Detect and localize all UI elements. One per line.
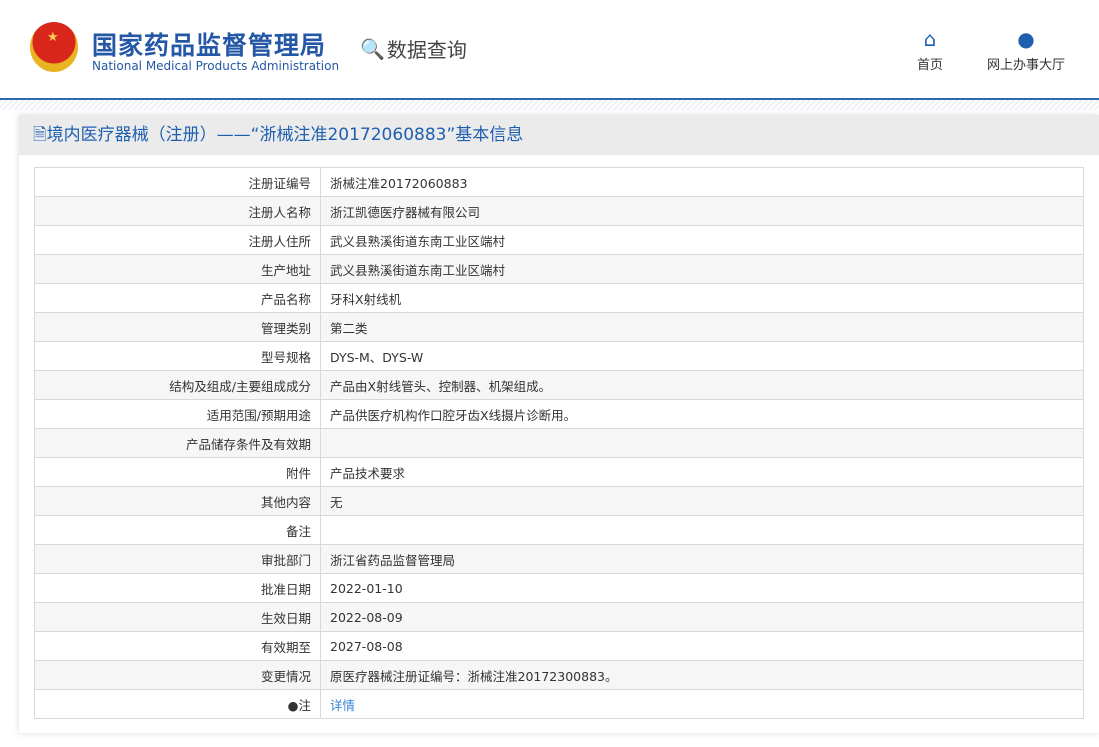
details-link[interactable]: 详情 <box>330 698 355 713</box>
field-value: 2022-08-09 <box>320 602 1084 632</box>
table-row: 适用范围/预期用途 产品供医疗机构作口腔牙齿X线摄片诊断用。 <box>34 399 1084 429</box>
field-value: 2022-01-10 <box>320 573 1084 603</box>
field-value: 产品由X射线管头、控制器、机架组成。 <box>320 370 1084 400</box>
logo-subtitle: National Medical Products Administration <box>92 59 340 73</box>
user-icon: ● <box>1017 27 1035 51</box>
table-row: 产品名称 牙科X射线机 <box>34 283 1084 313</box>
field-value: 原医疗器械注册证编号：浙械注准20172300883。 <box>320 660 1084 690</box>
field-value: 武义县熟溪街道东南工业区端村 <box>320 254 1084 284</box>
table-row: 生产地址 武义县熟溪街道东南工业区端村 <box>34 254 1084 284</box>
field-value: 产品技术要求 <box>320 457 1084 487</box>
nav-home-label: 首页 <box>917 58 944 73</box>
table-row: 产品储存条件及有效期 <box>34 428 1084 458</box>
table-row: 有效期至 2027-08-08 <box>34 631 1084 661</box>
national-emblem-logo: ★ <box>30 22 78 72</box>
field-value: 浙江凯德医疗器械有限公司 <box>320 196 1084 226</box>
note-label: 注 <box>298 697 311 713</box>
nav-online-hall[interactable]: ● 网上办事大厅 <box>987 28 1065 73</box>
field-label: 适用范围/预期用途 <box>34 399 321 429</box>
table-row: 型号规格 DYS-M、DYS-W <box>34 341 1084 371</box>
field-value: 2027-08-08 <box>320 631 1084 661</box>
field-label: 审批部门 <box>34 544 321 574</box>
field-value: 浙械注准20172060883 <box>320 167 1084 197</box>
field-label: 批准日期 <box>34 573 321 603</box>
field-label: 生产地址 <box>34 254 321 284</box>
field-value: 详情 <box>320 689 1084 719</box>
field-label: ●注 <box>34 689 321 719</box>
table-row: 注册证编号 浙械注准20172060883 <box>34 167 1084 197</box>
field-value: 第二类 <box>320 312 1084 342</box>
field-value: 武义县熟溪街道东南工业区端村 <box>320 225 1084 255</box>
data-query-label: 数据查询 <box>386 38 467 62</box>
field-value <box>320 515 1084 545</box>
field-label: 产品储存条件及有效期 <box>34 428 321 458</box>
table-row: 注册人名称 浙江凯德医疗器械有限公司 <box>34 196 1084 226</box>
table-row: 批准日期 2022-01-10 <box>34 573 1084 603</box>
field-label: 结构及组成/主要组成成分 <box>34 370 321 400</box>
field-label: 管理类别 <box>34 312 321 342</box>
table-row: 其他内容无 <box>34 486 1084 516</box>
document-search-icon: 🔍 <box>360 36 385 61</box>
field-label: 注册人住所 <box>34 225 321 255</box>
logo-title[interactable]: 国家药品监督管理局 <box>92 26 326 62</box>
table-row: 注册人住所 武义县熟溪街道东南工业区端村 <box>34 225 1084 255</box>
table-row: 审批部门 浙江省药品监督管理局 <box>34 544 1084 574</box>
table-row: 变更情况 原医疗器械注册证编号：浙械注准20172300883。 <box>34 660 1084 690</box>
field-value: 牙科X射线机 <box>320 283 1084 313</box>
site-header: ★ 国家药品监督管理局 National Medical Products Ad… <box>0 0 1099 100</box>
lightbulb-icon: ● <box>287 697 299 713</box>
field-value: DYS-M、DYS-W <box>320 341 1084 371</box>
table-row: 备注 <box>34 515 1084 545</box>
field-label: 生效日期 <box>34 602 321 632</box>
page-title: 境内医疗器械（注册）——“浙械注准20172060883”基本信息 <box>46 125 524 145</box>
table-row: 管理类别 第二类 <box>34 312 1084 342</box>
table-row: 附件 产品技术要求 <box>34 457 1084 487</box>
field-label: 型号规格 <box>34 341 321 371</box>
document-icon: 🗎 <box>33 125 47 145</box>
field-value: 产品供医疗机构作口腔牙齿X线摄片诊断用。 <box>320 399 1084 429</box>
field-label: 附件 <box>34 457 321 487</box>
field-label: 产品名称 <box>34 283 321 313</box>
table-row: 结构及组成/主要组成成分 产品由X射线管头、控制器、机架组成。 <box>34 370 1084 400</box>
field-label: 注册人名称 <box>34 196 321 226</box>
divider <box>0 100 1099 110</box>
field-value: 无 <box>320 486 1084 516</box>
detail-table: 注册证编号 浙械注准20172060883 注册人名称 浙江凯德医疗器械有限公司 注册人… <box>34 167 1084 719</box>
table-row: 生效日期 2022-08-09 <box>34 602 1084 632</box>
field-label: 备注 <box>34 515 321 545</box>
field-label: 变更情况 <box>34 660 321 690</box>
field-value: 浙江省药品监督管理局 <box>320 544 1084 574</box>
nav-home[interactable]: ⌂ 首页 <box>917 28 943 73</box>
field-label: 注册证编号 <box>34 167 321 197</box>
home-icon: ⌂ <box>923 27 937 51</box>
data-query-heading: 🔍 数据查询 <box>360 34 467 63</box>
detail-panel: 🗎境内医疗器械（注册）——“浙械注准20172060883”基本信息 注册证编号… <box>19 115 1099 733</box>
field-label: 其他内容 <box>34 486 321 516</box>
nav-online-hall-label: 网上办事大厅 <box>987 58 1066 73</box>
table-row: ●注 详情 <box>34 689 1084 719</box>
field-value <box>320 428 1084 458</box>
field-label: 有效期至 <box>34 631 321 661</box>
panel-title: 🗎境内医疗器械（注册）——“浙械注准20172060883”基本信息 <box>19 115 1099 155</box>
